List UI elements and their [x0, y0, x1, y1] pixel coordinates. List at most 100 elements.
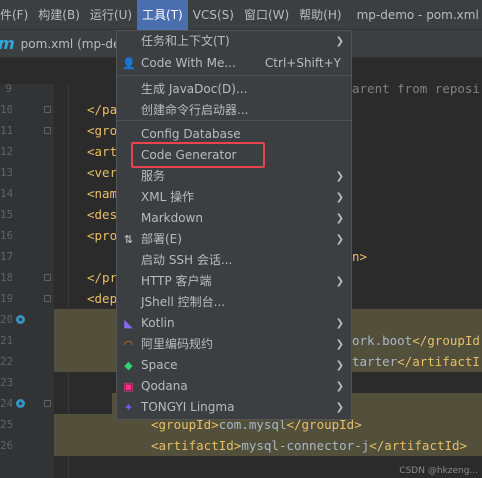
xml-closing-tag: </artifactId>	[369, 438, 468, 453]
tools-menu: 任务和上下文(T) ❯ 👤 Code With Me... Ctrl+Shift+Y 生成…	[116, 30, 352, 420]
menu-run[interactable]: 运行(U)	[85, 0, 137, 30]
chevron-right-icon: ❯	[335, 318, 344, 329]
code-line: <art	[87, 141, 117, 162]
chevron-right-icon: ❯	[335, 36, 344, 47]
xml-tag: </pa	[87, 102, 118, 117]
tab-pom-xml[interactable]: pom.xml (mp-de	[21, 37, 121, 51]
menu-separator	[117, 75, 351, 76]
highlight-box	[131, 142, 265, 168]
xml-tag: <nam	[87, 186, 118, 201]
xml-text: arent from reposi	[352, 84, 480, 96]
menu-file[interactable]: 件(F)	[0, 0, 33, 30]
menu-item-label: Space	[141, 358, 178, 372]
xml-text: tarter	[352, 354, 398, 369]
code-line: ork.boot</groupId	[352, 330, 480, 351]
space-icon: ◆	[124, 359, 133, 372]
fold-marker-icon[interactable]	[44, 274, 51, 281]
fold-marker-icon[interactable]	[44, 400, 51, 407]
menu-item-label: 服务	[141, 169, 166, 183]
xml-tag: <art	[87, 144, 118, 159]
menu-item-space[interactable]: ◆ Space ❯	[117, 355, 351, 376]
menu-item-ssh[interactable]: 启动 SSH 会话...	[117, 250, 351, 271]
code-line: <ver	[87, 162, 117, 183]
menu-item-label: 生成 JavaDoc(D)...	[141, 82, 248, 96]
xml-tag: <dep	[87, 291, 118, 306]
menu-tools[interactable]: 工具(T)	[137, 0, 188, 30]
menu-window[interactable]: 窗口(W)	[239, 0, 294, 30]
line-number: 24	[0, 397, 12, 410]
menu-vcs[interactable]: VCS(S)	[188, 0, 239, 30]
chevron-right-icon: ❯	[335, 276, 344, 287]
chevron-right-icon: ❯	[335, 192, 344, 203]
code-line: <gro	[87, 120, 117, 141]
alibaba-icon: ◠	[123, 338, 134, 351]
menu-item-label: 启动 SSH 会话...	[141, 253, 233, 267]
menu-item-label: Markdown	[141, 211, 203, 225]
xml-tag: <gro	[87, 123, 118, 138]
menu-item-markdown[interactable]: Markdown ❯	[117, 208, 351, 229]
chevron-right-icon: ❯	[335, 381, 344, 392]
fold-marker-icon[interactable]	[44, 127, 51, 134]
code-line: </pr	[87, 267, 117, 288]
chevron-right-icon: ❯	[335, 171, 344, 182]
chevron-right-icon: ❯	[335, 360, 344, 371]
xml-tag: <des	[87, 207, 118, 222]
window-title: mp-demo - pom.xml (m	[356, 7, 482, 22]
line-number: 15	[0, 208, 12, 221]
line-number: 13	[0, 166, 12, 179]
line-number: 10	[0, 103, 12, 116]
code-line: </pa	[87, 99, 117, 120]
xml-tag: <ver	[87, 165, 118, 180]
menu-item-qodana[interactable]: ▣ Qodana ❯	[117, 376, 351, 397]
menu-item-label: Code With Me...	[141, 56, 236, 70]
chevron-right-icon: ❯	[335, 339, 344, 350]
xml-text: ork.boot	[352, 333, 413, 348]
xml-text: mysql-connector-j	[241, 438, 370, 453]
line-number: 26	[0, 439, 12, 452]
line-number: 19	[0, 292, 12, 305]
menu-help[interactable]: 帮助(H)	[294, 0, 346, 30]
code-line: tarter</artifactI	[352, 351, 480, 372]
fold-marker-icon[interactable]	[44, 106, 51, 113]
menu-item-label: HTTP 客户端	[141, 274, 212, 288]
menu-item-t[interactable]: 任务和上下文(T) ❯	[117, 31, 351, 52]
menu-item-label: 创建命令行启动器...	[141, 103, 249, 117]
menu-item-label: 阿里编码规约	[141, 337, 214, 351]
menu-item-label: JShell 控制台...	[141, 295, 226, 309]
code-line: <pro	[87, 225, 117, 246]
line-number: 20	[0, 313, 12, 326]
chevron-right-icon: ❯	[335, 402, 344, 413]
tongyi-icon: ✦	[123, 401, 134, 414]
menu-item-tongyi-lingma[interactable]: ✦ TONGYI Lingma ❯	[117, 397, 351, 418]
menu-item-e[interactable]: ⇅ 部署(E) ❯	[117, 229, 351, 250]
gutter-marker-icon[interactable]	[16, 399, 25, 408]
code-line: arent from reposi	[352, 84, 480, 99]
fold-marker-icon[interactable]	[44, 295, 51, 302]
line-number: 22	[0, 355, 12, 368]
menu-build[interactable]: 构建(B)	[33, 0, 85, 30]
kotlin-icon: ◣	[124, 317, 133, 330]
menu-item-http[interactable]: HTTP 客户端 ❯	[117, 271, 351, 292]
menu-item-shortcut: Ctrl+Shift+Y	[264, 56, 341, 70]
menu-item[interactable]: 创建命令行启动器...	[117, 100, 351, 121]
line-number: 25	[0, 418, 12, 431]
menu-item-xml[interactable]: XML 操作 ❯	[117, 187, 351, 208]
gutter-marker-icon[interactable]	[16, 315, 25, 324]
line-number: 18	[0, 271, 12, 284]
line-number: 14	[0, 187, 12, 200]
menu-item-javadoc-d[interactable]: 生成 JavaDoc(D)...	[117, 79, 351, 100]
menu-item[interactable]: 服务 ❯	[117, 166, 351, 187]
menu-item-label: Qodana	[141, 379, 188, 393]
code-line: <dep	[87, 288, 117, 309]
line-number: 21	[0, 334, 12, 347]
xml-tag: </pr	[87, 270, 118, 285]
menu-item-label: Kotlin	[141, 316, 175, 330]
menu-item-kotlin[interactable]: ◣ Kotlin ❯	[117, 313, 351, 334]
xml-tag: <pro	[87, 228, 118, 243]
code-line: <artifactId>mysql-connector-j</artifactI…	[151, 435, 467, 456]
menu-item-jshell[interactable]: JShell 控制台...	[117, 292, 351, 313]
menu-item[interactable]: ◠ 阿里编码规约 ❯	[117, 334, 351, 355]
code-line: n>	[352, 246, 367, 267]
menu-item-label: XML 操作	[141, 190, 195, 204]
menu-item-code-with-me[interactable]: 👤 Code With Me... Ctrl+Shift+Y	[117, 53, 351, 74]
